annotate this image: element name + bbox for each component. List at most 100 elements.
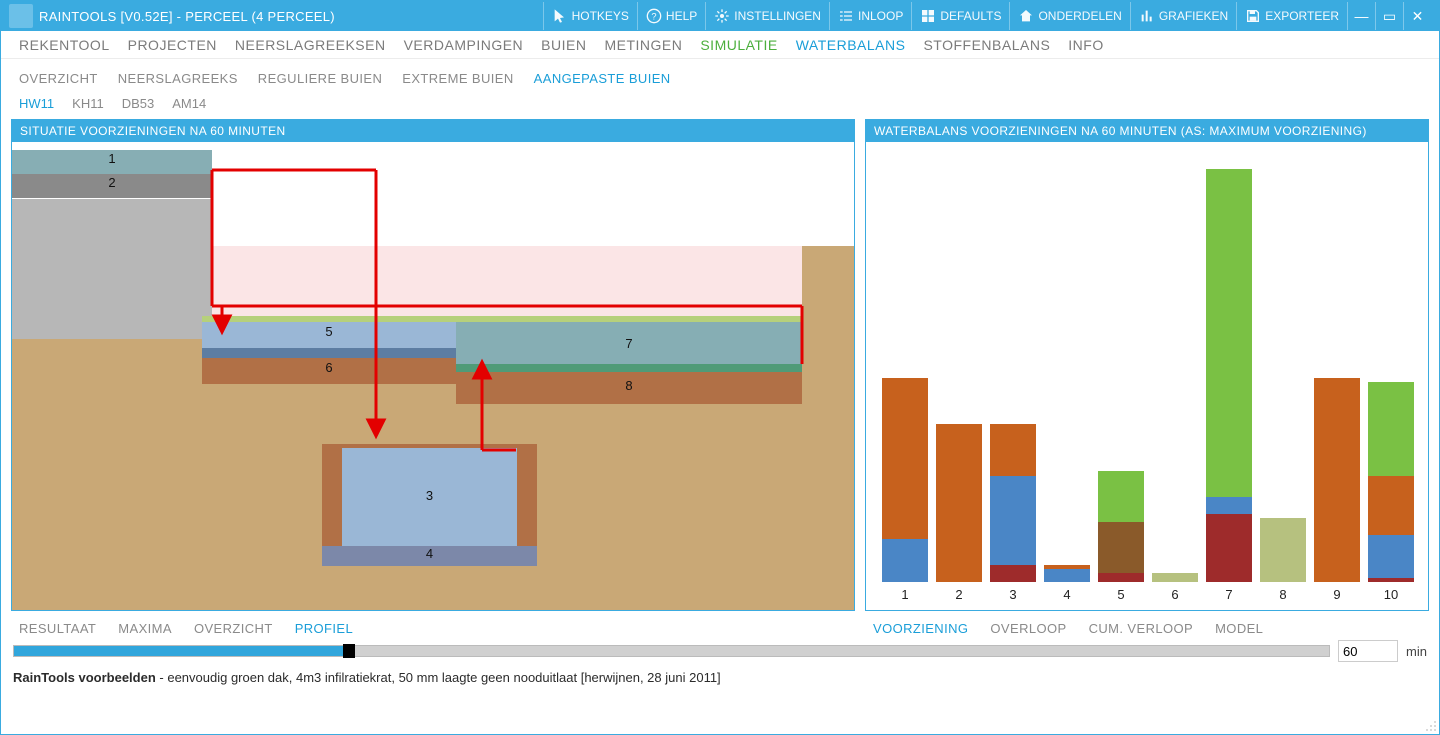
- hotkeys-label: HOTKEYS: [572, 9, 629, 23]
- btab-model[interactable]: MODEL: [1215, 621, 1263, 636]
- slider-thumb[interactable]: [343, 644, 355, 658]
- menu-metingen[interactable]: METINGEN: [604, 37, 682, 53]
- bar-seg: [1260, 518, 1306, 582]
- bar-seg: [1206, 169, 1252, 497]
- bar-x-label: 9: [1314, 587, 1360, 602]
- bar-9: 9: [1314, 156, 1360, 582]
- grid-icon: [920, 8, 936, 24]
- help-label: HELP: [666, 9, 697, 23]
- settings-button[interactable]: INSTELLINGEN: [705, 2, 829, 30]
- menu-stoffenbalans[interactable]: STOFFENBALANS: [923, 37, 1050, 53]
- bar-seg: [1044, 565, 1090, 569]
- maximize-button[interactable]: ▭: [1375, 2, 1403, 30]
- bar-4: 4: [1044, 156, 1090, 582]
- list-icon: [838, 8, 854, 24]
- right-panel-title: WATERBALANS VOORZIENINGEN NA 60 MINUTEN …: [866, 120, 1428, 142]
- right-panel: WATERBALANS VOORZIENINGEN NA 60 MINUTEN …: [865, 119, 1429, 611]
- bar-seg: [1314, 378, 1360, 582]
- bottom-tabs-right: VOORZIENING OVERLOOP CUM. VERLOOP MODEL: [855, 611, 1281, 636]
- onderdelen-button[interactable]: ONDERDELEN: [1009, 2, 1129, 30]
- bar-seg: [882, 378, 928, 540]
- menu-verdampingen[interactable]: VERDAMPINGEN: [404, 37, 524, 53]
- left-panel-title: SITUATIE VOORZIENINGEN NA 60 MINUTEN: [12, 120, 854, 142]
- bar-seg: [990, 476, 1036, 565]
- bar-2: 2: [936, 156, 982, 582]
- titlebar: RAINTOOLS [V0.52E] - PERCEEL (4 PERCEEL)…: [1, 1, 1439, 31]
- btab-profiel[interactable]: PROFIEL: [295, 621, 353, 636]
- bar-x-label: 3: [990, 587, 1036, 602]
- menubar: REKENTOOL PROJECTEN NEERSLAGREEKSEN VERD…: [1, 31, 1439, 59]
- bar-10: 10: [1368, 156, 1414, 582]
- help-icon: ?: [646, 8, 662, 24]
- exporteer-label: EXPORTEER: [1265, 9, 1339, 23]
- bar-x-label: 5: [1098, 587, 1144, 602]
- subtab-overzicht[interactable]: OVERZICHT: [19, 71, 98, 86]
- s2-kh11[interactable]: KH11: [72, 96, 104, 111]
- cursor-icon: [552, 8, 568, 24]
- defaults-button[interactable]: DEFAULTS: [911, 2, 1009, 30]
- time-slider[interactable]: [13, 645, 1330, 657]
- bar-seg: [1098, 522, 1144, 573]
- subtab-reguliere[interactable]: REGULIERE BUIEN: [258, 71, 382, 86]
- help-button[interactable]: ? HELP: [637, 2, 705, 30]
- subtabs-row1: OVERZICHT NEERSLAGREEKS REGULIERE BUIEN …: [1, 65, 1439, 91]
- bar-6: 6: [1152, 156, 1198, 582]
- grafieken-button[interactable]: GRAFIEKEN: [1130, 2, 1236, 30]
- bar-seg: [1152, 573, 1198, 582]
- onderdelen-label: ONDERDELEN: [1038, 9, 1121, 23]
- bar-seg: [1044, 569, 1090, 582]
- save-icon: [1245, 8, 1261, 24]
- bar-seg: [1098, 573, 1144, 582]
- close-button[interactable]: ✕: [1403, 2, 1431, 30]
- bar-1: 1: [882, 156, 928, 582]
- bar-8: 8: [1260, 156, 1306, 582]
- inloop-button[interactable]: INLOOP: [829, 2, 911, 30]
- btab-cumverloop[interactable]: CUM. VERLOOP: [1089, 621, 1193, 636]
- bar-x-label: 8: [1260, 587, 1306, 602]
- bar-seg: [990, 565, 1036, 582]
- footer-rest: - eenvoudig groen dak, 4m3 infilratiekra…: [156, 670, 721, 685]
- hotkeys-button[interactable]: HOTKEYS: [543, 2, 637, 30]
- bar-seg: [1098, 471, 1144, 522]
- bar-7: 7: [1206, 156, 1252, 582]
- maximize-icon: ▭: [1383, 8, 1396, 25]
- bar-3: 3: [990, 156, 1036, 582]
- subtabs-row2: HW11 KH11 DB53 AM14: [1, 91, 1439, 115]
- menu-rekentool[interactable]: REKENTOOL: [19, 37, 110, 53]
- btab-maxima[interactable]: MAXIMA: [118, 621, 172, 636]
- subtab-extreme[interactable]: EXTREME BUIEN: [402, 71, 513, 86]
- s2-hw11[interactable]: HW11: [19, 96, 54, 111]
- btab-resultaat[interactable]: RESULTAAT: [19, 621, 96, 636]
- menu-simulatie[interactable]: SIMULATIE: [700, 37, 777, 53]
- menu-waterbalans[interactable]: WATERBALANS: [796, 37, 906, 53]
- menu-projecten[interactable]: PROJECTEN: [128, 37, 217, 53]
- s2-db53[interactable]: DB53: [122, 96, 155, 111]
- svg-text:?: ?: [651, 11, 656, 21]
- left-panel: SITUATIE VOORZIENINGEN NA 60 MINUTEN 1 2…: [11, 119, 855, 611]
- bar-5: 5: [1098, 156, 1144, 582]
- resize-grip-icon[interactable]: [1425, 720, 1437, 732]
- btab-overzicht[interactable]: OVERZICHT: [194, 621, 273, 636]
- subtab-neerslagreeks[interactable]: NEERSLAGREEKS: [118, 71, 238, 86]
- time-input[interactable]: [1338, 640, 1398, 662]
- footer-bold: RainTools voorbeelden: [13, 670, 156, 685]
- bar-seg: [1206, 514, 1252, 582]
- bar-x-label: 10: [1368, 587, 1414, 602]
- bar-seg: [1368, 578, 1414, 582]
- bar-x-label: 2: [936, 587, 982, 602]
- btab-voorziening[interactable]: VOORZIENING: [873, 621, 968, 636]
- btab-overloop[interactable]: OVERLOOP: [990, 621, 1066, 636]
- minimize-button[interactable]: —: [1347, 2, 1375, 30]
- menu-buien[interactable]: BUIEN: [541, 37, 586, 53]
- menu-info[interactable]: INFO: [1068, 37, 1103, 53]
- exporteer-button[interactable]: EXPORTEER: [1236, 2, 1347, 30]
- settings-label: INSTELLINGEN: [734, 9, 821, 23]
- s2-am14[interactable]: AM14: [172, 96, 206, 111]
- menu-neerslagreeksen[interactable]: NEERSLAGREEKSEN: [235, 37, 386, 53]
- inloop-label: INLOOP: [858, 9, 903, 23]
- close-icon: ✕: [1412, 8, 1424, 25]
- bottom-tabs-left: RESULTAAT MAXIMA OVERZICHT PROFIEL: [1, 611, 855, 636]
- defaults-label: DEFAULTS: [940, 9, 1001, 23]
- subtab-aangepaste[interactable]: AANGEPASTE BUIEN: [534, 71, 671, 86]
- home-icon: [1018, 8, 1034, 24]
